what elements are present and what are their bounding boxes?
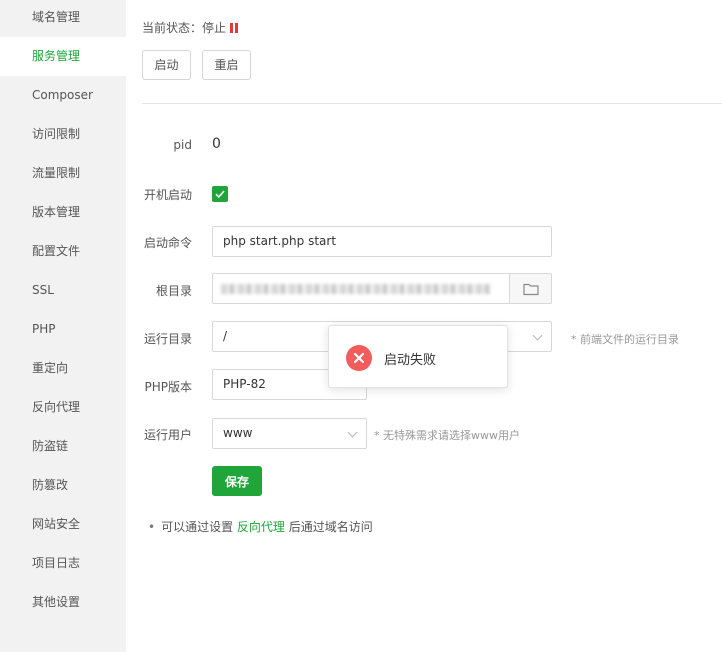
sidebar-item-version[interactable]: 版本管理 [0, 193, 126, 232]
command-input[interactable]: php start.php start [212, 226, 552, 257]
error-toast: 启动失败 [328, 325, 508, 388]
sidebar-item-composer[interactable]: Composer [0, 76, 126, 115]
service-status: 当前状态：停止 [142, 19, 238, 36]
divider [142, 103, 722, 104]
status-label: 当前状态： [142, 21, 203, 35]
root-dir-label: 根目录 [155, 284, 192, 298]
start-button[interactable]: 启动 [142, 50, 191, 80]
redacted-path [221, 284, 491, 294]
sidebar-item-ssl[interactable]: SSL [0, 271, 126, 310]
php-version-label: PHP版本 [144, 380, 193, 394]
sidebar-item-project-log[interactable]: 项目日志 [0, 544, 126, 583]
root-dir-input[interactable] [212, 273, 510, 304]
sidebar-item-redirect[interactable]: 重定向 [0, 349, 126, 388]
run-user-value: www [223, 426, 253, 440]
sidebar-item-service[interactable]: 服务管理 [0, 37, 126, 76]
command-label: 启动命令 [143, 236, 192, 250]
run-user-select[interactable]: www [212, 418, 367, 449]
autostart-label: 开机启动 [143, 188, 192, 202]
sidebar: 域名管理 服务管理 Composer 访问限制 流量限制 版本管理 配置文件 S… [0, 0, 126, 652]
run-dir-hint: * 前端文件的运行目录 [571, 333, 679, 346]
run-user-label: 运行用户 [143, 428, 192, 442]
tip-text: • 可以通过设置 反向代理 后通过域名访问 [148, 518, 373, 535]
tip-suffix: 后通过域名访问 [288, 520, 373, 534]
tip-prefix: 可以通过设置 [161, 520, 234, 534]
sidebar-item-hotlink[interactable]: 防盗链 [0, 427, 126, 466]
error-icon [346, 345, 372, 371]
sidebar-item-reverse-proxy[interactable]: 反向代理 [0, 388, 126, 427]
sidebar-item-access-limit[interactable]: 访问限制 [0, 115, 126, 154]
check-icon [215, 190, 225, 199]
chevron-down-icon [347, 427, 358, 438]
folder-button[interactable] [509, 273, 552, 304]
sidebar-item-tamper-proof[interactable]: 防篡改 [0, 466, 126, 505]
sidebar-item-other-settings[interactable]: 其他设置 [0, 583, 126, 622]
run-user-hint: * 无特殊需求请选择www用户 [374, 429, 520, 442]
run-dir-label: 运行目录 [143, 332, 192, 346]
sidebar-item-config-file[interactable]: 配置文件 [0, 232, 126, 271]
sidebar-item-traffic-limit[interactable]: 流量限制 [0, 154, 126, 193]
folder-icon [523, 283, 539, 296]
run-dir-value: / [223, 329, 228, 343]
sidebar-item-php[interactable]: PHP [0, 310, 126, 349]
save-button[interactable]: 保存 [212, 466, 262, 496]
tip-bullet: • [148, 520, 156, 534]
pid-label: pid [173, 138, 192, 152]
status-value: 停止 [202, 21, 227, 35]
sidebar-item-domain[interactable]: 域名管理 [0, 0, 126, 37]
main-panel: 当前状态：停止 启动 重启 pid 0 开机启动 启动命令 php start.… [126, 0, 722, 652]
restart-button[interactable]: 重启 [202, 50, 251, 80]
sidebar-item-site-security[interactable]: 网站安全 [0, 505, 126, 544]
toast-message: 启动失败 [384, 353, 437, 368]
autostart-checkbox[interactable] [212, 186, 228, 202]
pid-value: 0 [212, 136, 221, 152]
pause-icon [230, 23, 238, 33]
chevron-down-icon [532, 330, 543, 341]
reverse-proxy-link[interactable]: 反向代理 [237, 520, 285, 534]
